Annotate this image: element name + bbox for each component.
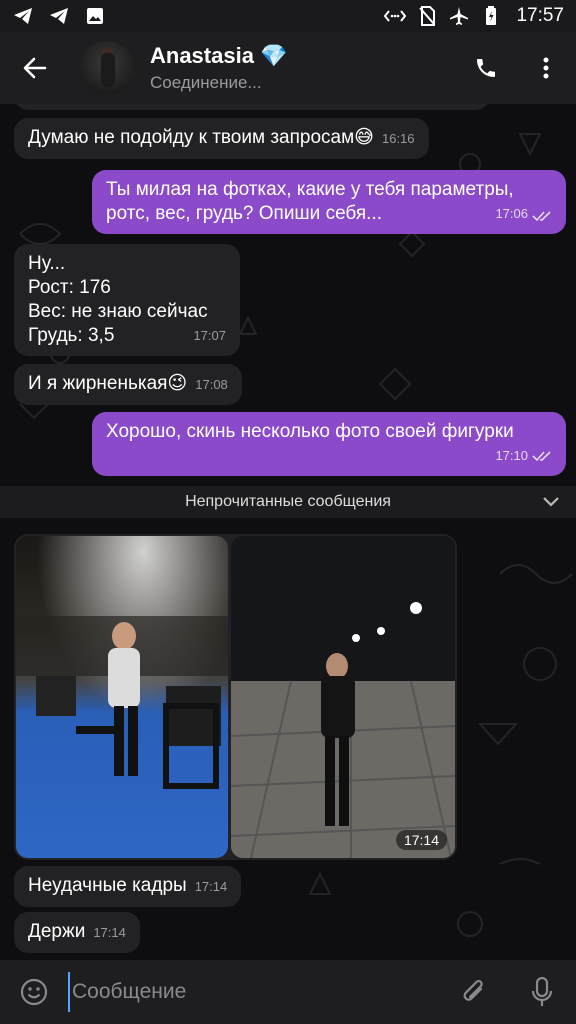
microphone-icon (531, 977, 553, 1006)
message-time: 17:10 (495, 448, 528, 463)
paperclip-icon (463, 980, 483, 1001)
message-time: 17:14 (194, 879, 228, 894)
street-photo-illustration (231, 536, 455, 858)
avatar[interactable] (80, 41, 134, 95)
unread-divider: Непрочитанные сообщения (0, 486, 576, 518)
gym-photo-illustration (16, 536, 228, 858)
battery-icon (480, 5, 502, 27)
more-options-button[interactable] (516, 32, 576, 104)
back-button[interactable] (0, 32, 70, 104)
message-text: Неудачные кадры (28, 875, 187, 896)
photo-album[interactable]: 17:14 (14, 534, 457, 860)
smile-icon (20, 978, 48, 1006)
composer (0, 960, 576, 1024)
airplane-icon (448, 5, 470, 27)
attach-button[interactable] (440, 960, 508, 1024)
message-text: Хорошо, скинь несколько фото своей фигур… (106, 421, 514, 442)
message-time: 17:08 (195, 377, 228, 392)
photo-night-street[interactable]: 17:14 (231, 536, 455, 858)
contact-name: Anastasia (150, 43, 254, 68)
message-text: Вес: не знаю сейчас (28, 301, 208, 322)
message-text: Держи (28, 921, 86, 942)
message-time: 16:16 (381, 131, 415, 146)
message-outgoing[interactable]: Ты милая на фотках, какие у тебя парамет… (92, 170, 566, 234)
connection-status: Соединение... (150, 73, 262, 92)
message-partial (14, 104, 490, 110)
telegram-icon (48, 5, 70, 27)
message-text: И я жирненькая😉 (28, 373, 188, 394)
message-outgoing[interactable]: Хорошо, скинь несколько фото своей фигур… (92, 412, 566, 476)
nfc-icon (384, 5, 407, 27)
album-time: 17:14 (395, 830, 447, 850)
chevron-down-icon[interactable] (542, 492, 560, 512)
gallery-icon (84, 5, 106, 27)
status-bar: 17:57 (0, 0, 576, 32)
no-sim-icon (416, 5, 438, 27)
message-time: 17:07 (193, 328, 226, 343)
message-text: Грудь: 3,5 (28, 325, 115, 346)
message-text: Рост: 176 (28, 277, 111, 298)
message-text: Ты милая на фотках, какие у тебя парамет… (106, 179, 514, 200)
emoji-button[interactable] (0, 960, 68, 1024)
call-button[interactable] (456, 32, 516, 104)
message-time: 17:14 (93, 925, 126, 940)
chat-header: Anastasia 💎 Соединение... (0, 32, 576, 104)
unread-label: Непрочитанные сообщения (185, 493, 391, 510)
message-incoming[interactable]: Держи 17:14 (14, 912, 140, 953)
message-input[interactable] (68, 972, 440, 1012)
message-list[interactable]: Думаю не подойду к твоим запросам😅 16:16 … (0, 104, 576, 960)
photo-gym[interactable] (16, 536, 228, 858)
chat-title[interactable]: Anastasia 💎 Соединение... (150, 43, 287, 93)
message-incoming[interactable]: И я жирненькая😉 17:08 (14, 364, 242, 405)
status-time: 17:57 (516, 5, 564, 26)
message-text: ротс, вес, грудь? Опиши себя... (106, 203, 383, 224)
message-incoming[interactable]: Неудачные кадры 17:14 (14, 866, 242, 907)
message-text: Ну... (28, 253, 66, 274)
double-check-icon (532, 211, 551, 222)
message-incoming[interactable]: Думаю не подойду к твоим запросам😅 16:16 (14, 118, 429, 159)
arrow-left-icon (23, 57, 47, 79)
telegram-icon (12, 5, 34, 27)
message-text: Думаю не подойду к твоим запросам😅 (28, 127, 374, 148)
more-vertical-icon (543, 57, 549, 79)
premium-badge-icon: 💎 (259, 43, 288, 68)
double-check-icon (532, 451, 551, 462)
message-time: 17:06 (495, 206, 528, 221)
phone-icon (477, 59, 495, 77)
voice-button[interactable] (508, 960, 576, 1024)
message-incoming[interactable]: Ну... Рост: 176 Вес: не знаю сейчас Груд… (14, 244, 240, 356)
